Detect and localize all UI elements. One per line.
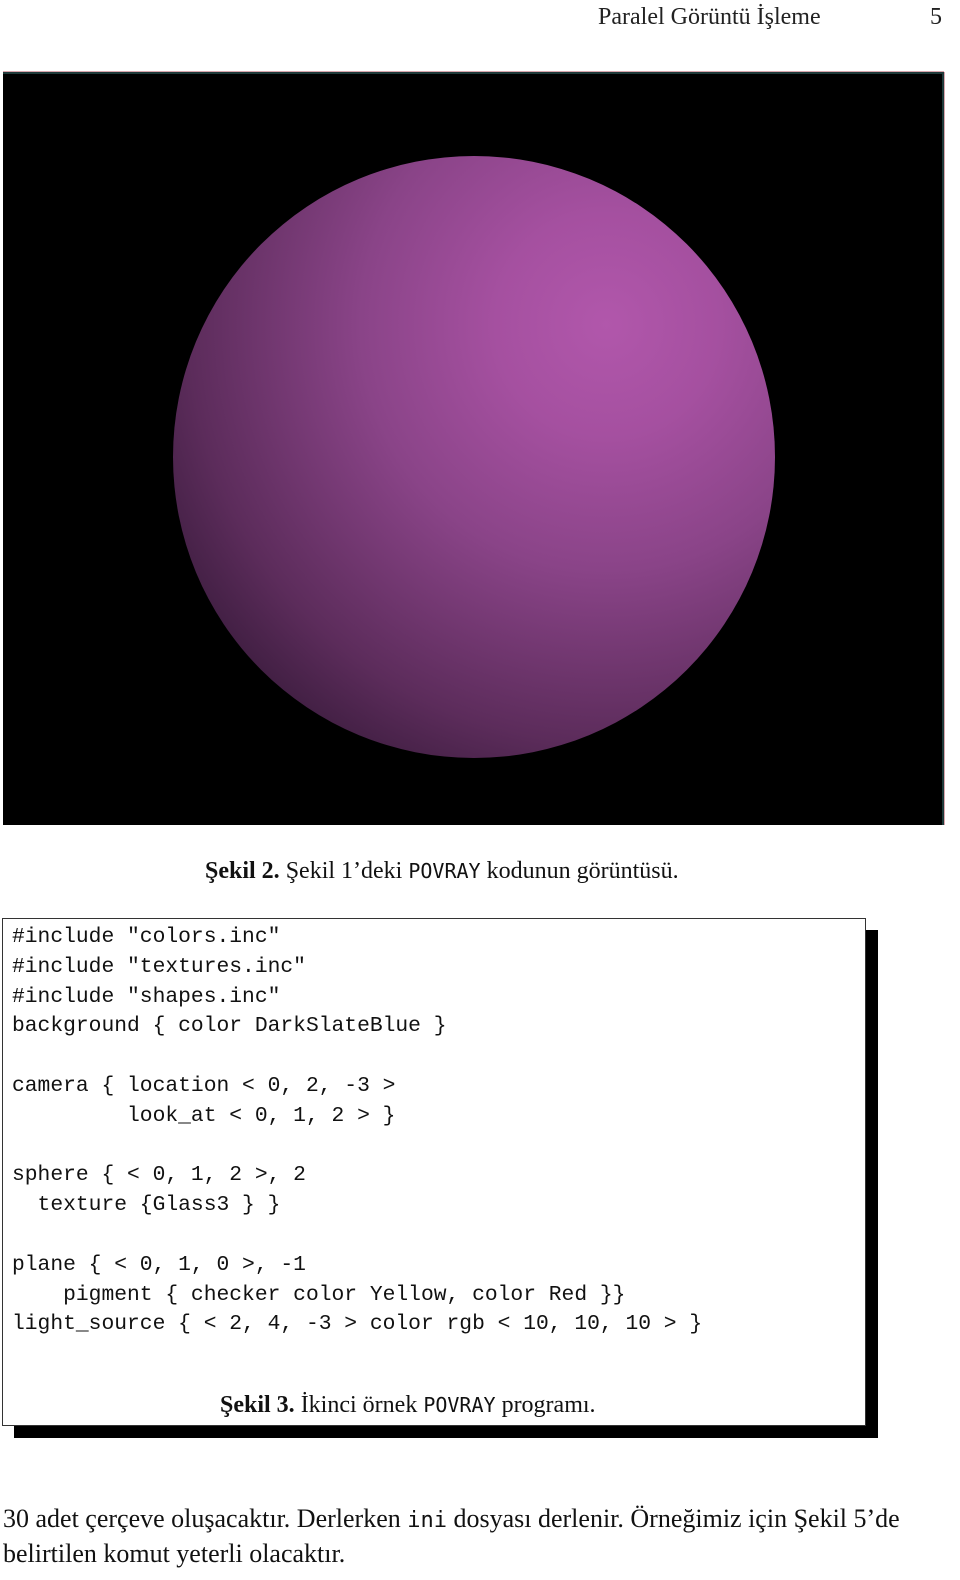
figure-2-caption: Şekil 2. Şekil 1’deki POVRAY kodunun gör…	[205, 858, 679, 885]
figure-2-caption-text-before: Şekil 1’deki	[285, 858, 403, 884]
paragraph-code-word: ini	[407, 1508, 447, 1533]
code-line: background { color DarkSlateBlue }	[12, 1014, 447, 1039]
figure-3-label: Şekil 3.	[220, 1392, 295, 1418]
code-line: #include "colors.inc"	[12, 925, 281, 949]
code-line: #include "shapes.inc"	[12, 984, 281, 1009]
code-line: pigment { checker color Yellow, color Re…	[12, 1282, 626, 1307]
code-line: #include "textures.inc"	[12, 954, 306, 979]
figure-3-caption-code-word: POVRAY	[423, 1393, 496, 1417]
paragraph-text-part1: 30 adet çerçeve oluşacaktır. Derlerken	[3, 1504, 401, 1533]
page-number: 5	[930, 4, 942, 30]
code-line: sphere { < 0, 1, 2 >, 2	[12, 1163, 306, 1188]
figure-3-code-box: #include "colors.inc" #include "textures.…	[2, 918, 866, 1426]
figure-3-caption-text-after: programı.	[501, 1392, 596, 1418]
code-line: texture {Glass3 } }	[12, 1193, 281, 1218]
figure-3-caption-text-before: İkinci örnek	[300, 1392, 418, 1418]
code-line: look_at < 0, 1, 2 > }	[12, 1103, 396, 1128]
figure-2-render-image	[3, 72, 944, 825]
povray-code-listing: #include "colors.inc" #include "textures.…	[12, 923, 702, 1340]
body-paragraph: 30 adet çerçeve oluşacaktır. Derlerken i…	[3, 1502, 958, 1570]
figure-2-caption-text-after: kodunun görüntüsü.	[486, 858, 679, 884]
code-line: light_source { < 2, 4, -3 > color rgb < …	[12, 1312, 703, 1337]
code-line: camera { location < 0, 2, -3 >	[12, 1073, 396, 1098]
code-line: plane { < 0, 1, 0 >, -1	[12, 1252, 306, 1277]
rendered-sphere	[173, 156, 775, 758]
running-title: Paralel Görüntü İşleme	[598, 4, 821, 30]
figure-2-label: Şekil 2.	[205, 858, 280, 884]
figure-2-caption-code-word: POVRAY	[408, 859, 481, 883]
figure-3-caption: Şekil 3. İkinci örnek POVRAY programı.	[220, 1392, 596, 1419]
